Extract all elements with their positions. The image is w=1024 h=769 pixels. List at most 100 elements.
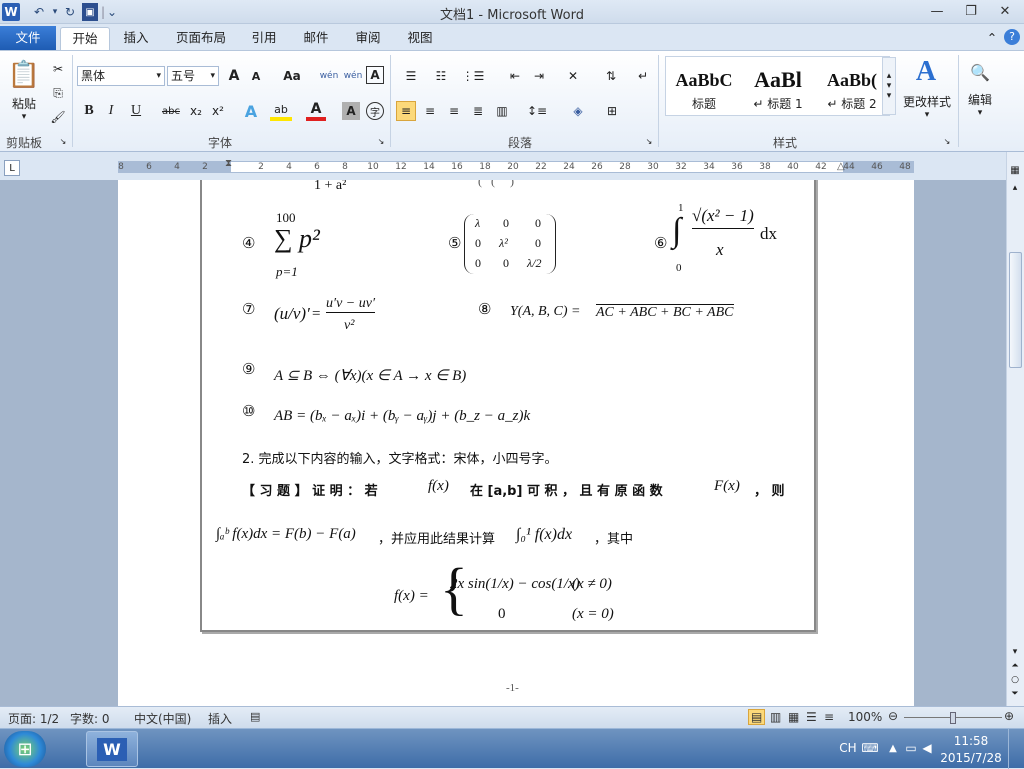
strikethrough-button[interactable]: abc	[158, 101, 184, 121]
font-name-combo[interactable]: 黑体 ▾	[77, 66, 165, 86]
clock-time[interactable]: 11:58	[942, 733, 1000, 749]
copy-icon[interactable]: ⎘	[48, 83, 68, 103]
start-button[interactable]: ⊞	[4, 731, 46, 767]
font-launcher-icon[interactable]: ↘	[376, 135, 386, 147]
superscript-button[interactable]: x²	[208, 101, 228, 121]
tab-home[interactable]: 开始	[60, 27, 110, 50]
document-page[interactable]: 1 + a² ( ( ) ④ 1 0 0 ∑ p² p=1 ⑤ λ 0 0 0 λ²…	[118, 180, 914, 706]
align-center-button[interactable]: ≡	[420, 101, 440, 121]
scroll-down-icon[interactable]: ▾	[1008, 646, 1022, 658]
font-color-icon[interactable]: A	[306, 101, 326, 121]
style-heading-2[interactable]: AaBb(↵ 标题 2	[816, 59, 888, 115]
styles-scroll[interactable]: ▴ ▾ ▾	[882, 57, 896, 115]
tab-page-layout[interactable]: 页面布局	[170, 27, 232, 50]
page-count[interactable]: 页面: 1/2	[8, 710, 59, 727]
network-icon[interactable]: ▭	[904, 739, 918, 757]
multilevel-list-icon[interactable]: ⋮☰	[458, 66, 488, 86]
clear-formatting-icon[interactable]: wén	[318, 66, 340, 86]
paragraph-launcher-icon[interactable]: ↘	[644, 135, 654, 147]
language-indicator[interactable]: 中文(中国)	[134, 710, 191, 727]
right-indent-marker-icon[interactable]: △	[837, 161, 845, 172]
show-marks-icon[interactable]: ↵	[634, 66, 652, 86]
chinese-layout-icon[interactable]: ✕	[560, 66, 586, 86]
editing-button[interactable]: 编辑	[962, 91, 998, 107]
tab-view[interactable]: 视图	[400, 27, 440, 50]
tab-references[interactable]: 引用	[244, 27, 284, 50]
numbering-icon[interactable]: ☷	[428, 66, 454, 86]
minimize-button[interactable]: —	[922, 0, 952, 22]
change-case-icon[interactable]: Aa	[278, 66, 306, 86]
grow-font-icon[interactable]: A	[224, 66, 244, 86]
styles-launcher-icon[interactable]: ↘	[942, 135, 952, 147]
character-shading-icon[interactable]: A	[342, 102, 360, 120]
help-icon[interactable]: ?	[1004, 29, 1020, 45]
full-screen-reading-icon[interactable]: ▥	[770, 710, 781, 724]
draft-icon[interactable]: ≡	[824, 710, 834, 724]
volume-icon[interactable]: ◀	[920, 739, 934, 757]
horizontal-ruler[interactable]: 8 6 4 2 2 4 6 8 10 12 14 16 18 20 22 24 …	[118, 158, 914, 173]
cut-icon[interactable]: ✂	[48, 59, 68, 79]
indent-marker-icon[interactable]: ⧗	[225, 158, 232, 169]
style-heading-1[interactable]: AaBl ↵ 标题 1	[742, 59, 814, 115]
change-styles-icon[interactable]: A	[908, 55, 944, 89]
vertical-scrollbar[interactable]: ▦ ▴ ▾ ⏶ ○ ⏷	[1006, 152, 1024, 706]
browse-object-icon[interactable]: ○	[1008, 674, 1022, 686]
tray-expand-icon[interactable]: ▲	[886, 739, 900, 757]
insert-mode[interactable]: 插入	[208, 710, 232, 727]
text-effects-icon[interactable]: A	[240, 101, 262, 121]
collapse-ribbon-icon[interactable]: ⌃	[984, 27, 1000, 50]
zoom-level[interactable]: 100%	[848, 710, 882, 724]
tab-file[interactable]: 文件	[0, 26, 56, 50]
tab-mailings[interactable]: 邮件	[296, 27, 336, 50]
show-desktop-button[interactable]	[1008, 729, 1024, 769]
align-left-button[interactable]: ≡	[396, 101, 416, 121]
keyboard-icon[interactable]: ⌨	[861, 739, 878, 757]
paste-dropdown-icon[interactable]: ▾	[14, 111, 34, 123]
previous-page-icon[interactable]: ⏶	[1008, 660, 1022, 672]
justify-button[interactable]: ≣	[468, 101, 488, 121]
editing-dropdown-icon[interactable]: ▾	[974, 107, 986, 119]
bold-button[interactable]: B	[80, 101, 98, 121]
character-border-icon[interactable]: A	[366, 66, 384, 84]
scroll-thumb[interactable]	[1009, 252, 1022, 368]
web-layout-icon[interactable]: ▦	[788, 710, 799, 724]
borders-icon[interactable]: ⊞	[598, 101, 626, 121]
restore-button[interactable]: ❐	[956, 0, 986, 22]
tab-selector-icon[interactable]: L	[4, 160, 20, 176]
phonetic-guide-icon[interactable]: wén	[342, 66, 364, 86]
change-styles-dropdown-icon[interactable]: ▾	[920, 109, 934, 121]
zoom-in-icon[interactable]: ⊕	[1004, 709, 1014, 723]
close-button[interactable]: ✕	[990, 0, 1020, 22]
word-count[interactable]: 字数: 0	[70, 710, 110, 727]
underline-button[interactable]: U	[124, 101, 148, 121]
font-size-combo[interactable]: 五号 ▾	[167, 66, 219, 86]
sort-icon[interactable]: ⇅	[600, 66, 622, 86]
style-title[interactable]: AaBbC 标题	[668, 59, 740, 115]
distributed-button[interactable]: ▥	[492, 101, 512, 121]
tab-insert[interactable]: 插入	[114, 27, 158, 50]
next-page-icon[interactable]: ⏷	[1008, 688, 1022, 700]
outline-icon[interactable]: ☰	[806, 710, 817, 724]
zoom-slider-thumb[interactable]	[950, 712, 956, 724]
shading-icon[interactable]: ◈	[564, 101, 592, 121]
ime-indicator[interactable]: CH	[838, 739, 858, 757]
print-layout-icon[interactable]: ▤	[748, 709, 766, 725]
clipboard-launcher-icon[interactable]: ↘	[58, 135, 68, 147]
highlight-icon[interactable]: ab	[270, 101, 292, 121]
subscript-button[interactable]: x₂	[186, 101, 206, 121]
macro-icon[interactable]: ▤	[250, 710, 260, 723]
scroll-up-icon[interactable]: ▴	[1008, 182, 1022, 194]
paste-icon[interactable]: 📋	[8, 57, 40, 93]
ruler-toggle-icon[interactable]: ▦	[1008, 162, 1022, 178]
shrink-font-icon[interactable]: A	[246, 66, 266, 86]
align-right-button[interactable]: ≡	[444, 101, 464, 121]
taskbar-word-button[interactable]: W	[86, 731, 138, 767]
tab-review[interactable]: 审阅	[348, 27, 388, 50]
bullets-icon[interactable]: ☰	[398, 66, 424, 86]
line-spacing-icon[interactable]: ↕≡	[524, 101, 550, 121]
binoculars-icon[interactable]: 🔍	[966, 57, 994, 87]
increase-indent-icon[interactable]: ⇥	[528, 66, 550, 86]
clock-date[interactable]: 2015/7/28	[938, 750, 1004, 766]
change-styles-button[interactable]: 更改样式	[900, 93, 954, 109]
decrease-indent-icon[interactable]: ⇤	[504, 66, 526, 86]
